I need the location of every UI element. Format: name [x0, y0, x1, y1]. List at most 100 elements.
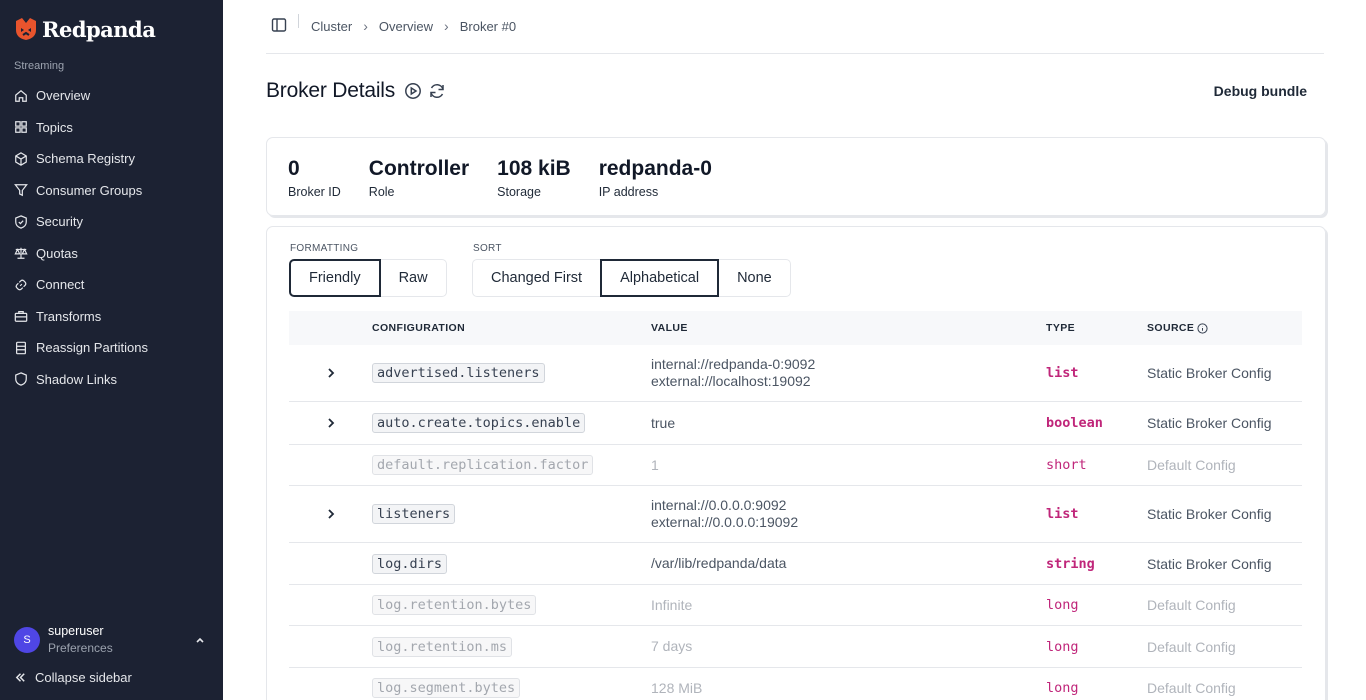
broker-stats-card: 0 Broker ID Controller Role 108 kiB Stor…	[266, 137, 1326, 216]
config-name: default.replication.factor	[372, 455, 594, 475]
stat-label: IP address	[598, 185, 659, 199]
config-table: CONFIGURATION VALUE TYPE SOURCE advertis…	[289, 311, 1302, 700]
stat-label: Broker ID	[288, 185, 341, 199]
config-value-line: Infinite	[651, 596, 693, 613]
config-source: Static Broker Config	[1147, 555, 1272, 572]
chevron-right-icon[interactable]	[323, 415, 339, 431]
sidebar-item-label: Transforms	[36, 308, 102, 324]
redpanda-logo[interactable]: Redpanda	[14, 14, 156, 44]
sidebar-item-label: Topics	[36, 119, 73, 135]
panel-toggle-button[interactable]	[266, 12, 292, 38]
sidebar-item-overview[interactable]: Overview	[0, 80, 223, 112]
config-type: list	[1046, 506, 1079, 522]
config-type: string	[1046, 555, 1095, 572]
table-row[interactable]: advertised.listeners internal://redpanda-…	[289, 345, 1302, 402]
briefcase-icon	[14, 311, 28, 323]
breadcrumb-separator-icon: ›	[363, 18, 368, 34]
table-row[interactable]: listeners internal://0.0.0.0:9092 external…	[289, 486, 1302, 543]
config-value: internal://redpanda-0:9092 external://loc…	[651, 356, 1046, 390]
breadcrumb-overview[interactable]: Overview	[379, 19, 433, 34]
refresh-icon[interactable]	[428, 82, 446, 100]
breadcrumb-cluster[interactable]: Cluster	[311, 19, 352, 34]
config-source: Default Config	[1147, 638, 1236, 655]
stat-value: 108 kiB	[497, 157, 571, 180]
collapse-sidebar-label: Collapse sidebar	[35, 670, 132, 685]
sidebar-item-label: Schema Registry	[36, 151, 135, 167]
user-menu[interactable]: S superuser Preferences	[14, 622, 214, 658]
config-source: Static Broker Config	[1147, 365, 1272, 381]
config-type: long	[1046, 597, 1079, 613]
sort-alphabetical-button[interactable]: Alphabetical	[600, 259, 720, 297]
sidebar-item-label: Overview	[36, 88, 91, 104]
config-value-line: 128 MiB	[651, 679, 703, 696]
breadcrumb-current: Broker #0	[459, 18, 517, 34]
config-type: long	[1046, 680, 1079, 696]
stat-role: Controller Role	[369, 156, 469, 215]
config-value: 128 MiB	[651, 680, 1046, 697]
chevron-right-icon[interactable]	[323, 506, 339, 522]
title-row: Broker Details Debug bundle	[266, 76, 1324, 106]
sort-label: SORT	[473, 243, 502, 254]
table-row: log.segment.bytes 128 MiB long Default Conf…	[289, 668, 1302, 700]
config-name: advertised.listeners	[372, 363, 545, 383]
stat-storage: 108 kiB Storage	[497, 156, 571, 215]
table-row: log.dirs/var/lib/redpanda/data string Stat…	[289, 543, 1302, 585]
sidebar-item-shadow-links[interactable]: Shadow Links	[0, 364, 223, 396]
info-icon[interactable]	[1197, 322, 1208, 334]
formatting-raw-button[interactable]: Raw	[380, 259, 447, 297]
chevron-up-icon	[196, 637, 204, 643]
config-value-line: true	[651, 414, 676, 431]
sort-none-button[interactable]: None	[719, 259, 791, 297]
home-icon	[15, 89, 27, 102]
chevron-right-icon[interactable]	[323, 365, 339, 381]
config-source: Default Config	[1147, 457, 1236, 473]
table-row: log.retention.bytes Infinite long Default C…	[289, 585, 1302, 626]
table-row[interactable]: auto.create.topics.enable true boolean Stat…	[289, 402, 1302, 445]
config-value: /var/lib/redpanda/data	[651, 555, 1046, 572]
sidebar-item-security[interactable]: Security	[0, 206, 223, 238]
config-type: short	[1046, 457, 1087, 473]
config-name: log.segment.bytes	[372, 678, 521, 698]
config-type: boolean	[1046, 415, 1103, 431]
config-value-line: 1	[651, 456, 659, 473]
header-source: SOURCE	[1147, 322, 1195, 334]
sort-changed-first-button[interactable]: Changed First	[472, 259, 601, 297]
stat-label: Storage	[497, 185, 541, 199]
config-value: internal://0.0.0.0:9092 external://0.0.0.…	[651, 497, 1046, 531]
sidebar-item-connect[interactable]: Connect	[0, 269, 223, 301]
sidebar-item-label: Reassign Partitions	[36, 340, 148, 356]
config-source: Default Config	[1147, 680, 1236, 696]
config-value-line: external://localhost:19092	[651, 373, 811, 389]
sidebar-item-topics[interactable]: Topics	[0, 112, 223, 144]
collapse-sidebar-button[interactable]: Collapse sidebar	[14, 670, 132, 685]
config-value: Infinite	[651, 597, 1046, 614]
config-value-line: external://0.0.0.0:19092	[651, 514, 799, 530]
stat-value: redpanda-0	[598, 157, 712, 180]
sidebar-item-reassign-partitions[interactable]: Reassign Partitions	[0, 332, 223, 364]
sidebar-item-quotas[interactable]: Quotas	[0, 238, 223, 270]
redpanda-logo-icon	[16, 18, 36, 40]
sidebar-item-label: Shadow Links	[36, 371, 117, 387]
sort-toggle: Changed First Alphabetical None	[472, 259, 791, 297]
double-chevron-left-icon	[15, 673, 25, 682]
link-icon	[15, 279, 27, 291]
sidebar-item-schema-registry[interactable]: Schema Registry	[0, 143, 223, 175]
sidebar-item-consumer-groups[interactable]: Consumer Groups	[0, 175, 223, 207]
config-name: log.retention.bytes	[372, 595, 537, 615]
stat-value: Controller	[368, 157, 470, 180]
header-value: VALUE	[651, 321, 688, 334]
formatting-friendly-button[interactable]: Friendly	[289, 259, 381, 297]
sidebar-item-label: Connect	[36, 277, 85, 293]
debug-bundle-button[interactable]: Debug bundle	[1197, 76, 1324, 106]
table-row: log.retention.ms 7 days long Default Config	[289, 626, 1302, 668]
sidebar: Redpanda Streaming Overview Topics Schem…	[0, 0, 223, 700]
sidebar-item-transforms[interactable]: Transforms	[0, 301, 223, 333]
shield-icon	[15, 372, 27, 387]
breadcrumb-separator-icon: ›	[444, 18, 449, 34]
config-value: 1	[651, 457, 1046, 474]
table-header: CONFIGURATION VALUE TYPE SOURCE	[289, 311, 1302, 345]
play-circle-icon[interactable]	[404, 82, 422, 100]
filter-icon	[14, 184, 28, 197]
config-type: list	[1046, 365, 1079, 381]
stat-label: Role	[368, 185, 395, 199]
